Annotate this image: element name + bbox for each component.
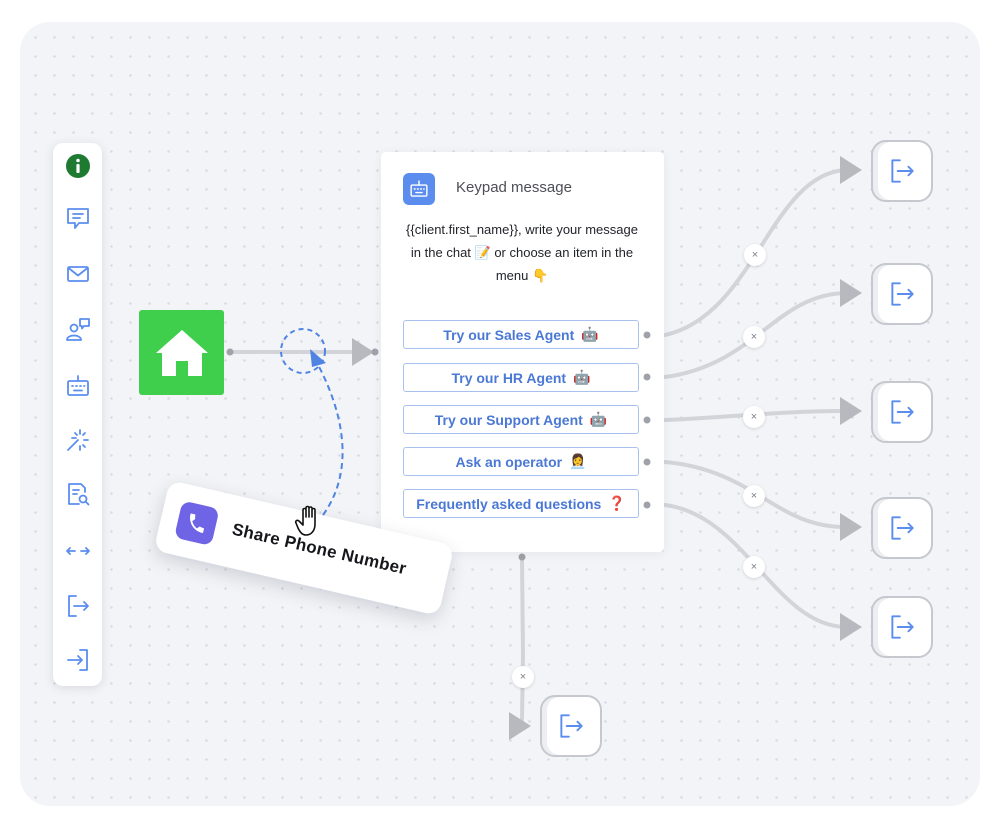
menu-item-label: Try our HR Agent xyxy=(451,369,567,386)
ai-sparkle-icon xyxy=(66,428,89,451)
robot-emoji: 🤖 xyxy=(573,369,591,385)
operator-chat-icon xyxy=(65,317,90,341)
exit-icon xyxy=(67,594,89,617)
delete-connection-button[interactable]: × xyxy=(744,244,766,266)
email-icon xyxy=(66,265,89,282)
toolbar-exit[interactable] xyxy=(61,589,94,622)
toolbar-enter[interactable] xyxy=(61,643,94,676)
menu-item-hr-agent[interactable]: Try our HR Agent 🤖 xyxy=(403,363,639,392)
toolbar-operator[interactable] xyxy=(61,313,94,346)
home-icon xyxy=(155,329,208,376)
robot-emoji: 🤖 xyxy=(589,411,608,427)
keypad-message-node[interactable]: Keypad message {{client.first_name}}, wr… xyxy=(381,152,664,552)
node-message: {{client.first_name}}, write your messag… xyxy=(406,222,638,283)
toolbar-ai[interactable] xyxy=(61,423,94,456)
start-node[interactable] xyxy=(139,310,224,395)
menu-item-label: Ask an operator xyxy=(455,453,563,470)
keypad-node-icon xyxy=(403,173,435,205)
exit-icon xyxy=(891,159,914,183)
menu-item-faq[interactable]: Frequently asked questions ❓ xyxy=(403,489,639,518)
exit-node[interactable] xyxy=(871,497,933,559)
exit-node[interactable] xyxy=(871,263,933,325)
exit-node[interactable] xyxy=(540,695,602,757)
exit-icon xyxy=(891,400,914,424)
exit-node[interactable] xyxy=(871,140,933,202)
document-search-icon xyxy=(67,482,89,505)
menu-item-label: Frequently asked questions xyxy=(416,495,602,512)
exit-node[interactable] xyxy=(871,596,933,658)
chat-message-icon xyxy=(66,207,89,229)
enter-icon xyxy=(66,648,88,671)
delete-connection-button[interactable]: × xyxy=(743,326,765,348)
delete-connection-button[interactable]: × xyxy=(743,485,765,507)
toolbar-document-search[interactable] xyxy=(61,477,94,510)
arrows-horizontal-icon xyxy=(65,546,90,555)
robot-emoji: 🤖 xyxy=(581,326,599,342)
exit-node[interactable] xyxy=(871,381,933,443)
operator-emoji: 👩‍💼 xyxy=(569,453,587,469)
toolbar-go-to[interactable] xyxy=(61,534,94,567)
toolbar-keypad[interactable] xyxy=(61,369,94,402)
exit-icon xyxy=(891,282,914,306)
node-title: Keypad message xyxy=(456,179,572,196)
delete-connection-button[interactable]: × xyxy=(743,406,765,428)
question-emoji: ❓ xyxy=(608,495,626,511)
toolbar-chat-message[interactable] xyxy=(61,201,94,234)
keypad-icon xyxy=(410,180,428,197)
phone-icon-badge xyxy=(174,500,220,547)
menu-item-label: Try our Support Agent xyxy=(434,411,583,428)
exit-icon xyxy=(891,615,914,639)
node-toolbar xyxy=(53,143,102,686)
toolbar-info[interactable] xyxy=(61,149,94,182)
menu-item-ask-operator[interactable]: Ask an operator 👩‍💼 xyxy=(403,447,639,476)
phone-icon xyxy=(190,513,204,533)
exit-icon xyxy=(560,714,583,738)
exit-icon xyxy=(891,516,914,540)
menu-item-sales-agent[interactable]: Try our Sales Agent 🤖 xyxy=(403,320,639,349)
delete-connection-button[interactable]: × xyxy=(512,666,534,688)
keypad-icon xyxy=(66,374,89,396)
toolbar-email[interactable] xyxy=(61,257,94,290)
info-icon xyxy=(65,153,90,178)
delete-connection-button[interactable]: × xyxy=(743,556,765,578)
menu-item-support-agent[interactable]: Try our Support Agent 🤖 xyxy=(403,405,639,434)
menu-item-label: Try our Sales Agent xyxy=(443,326,575,343)
grab-hand-cursor-icon xyxy=(294,505,316,536)
